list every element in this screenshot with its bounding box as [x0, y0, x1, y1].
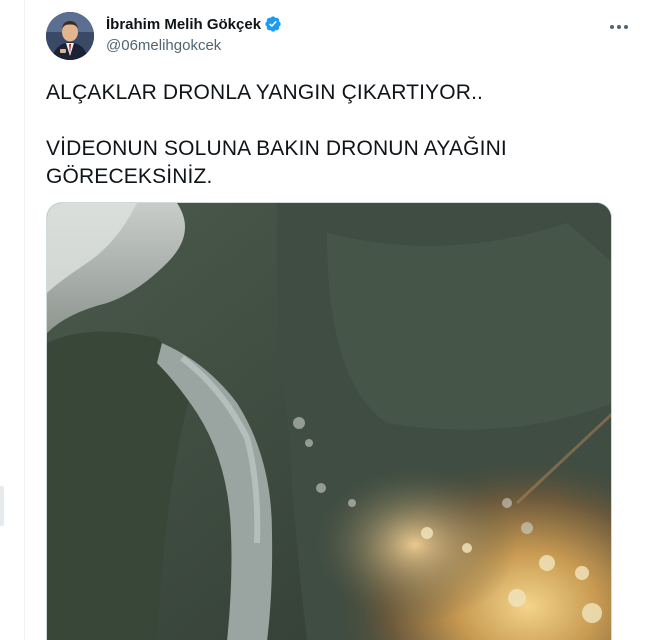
- more-dots-icon[interactable]: [602, 12, 636, 42]
- video-frame-image: [47, 203, 611, 640]
- display-name-row: İbrahim Melih Gökçek: [106, 14, 282, 34]
- tweet-header: İbrahim Melih Gökçek @06melihgokcek: [46, 12, 636, 62]
- scroll-edge-handle: [0, 486, 4, 526]
- tweet-video[interactable]: [46, 202, 612, 640]
- tweet-text-line-2: VİDEONUN SOLUNA BAKIN DRONUN AYAĞINI: [46, 137, 507, 160]
- avatar-image: [46, 12, 94, 60]
- tweet-text-line-1: ALÇAKLAR DRONLA YANGIN ÇIKARTIYOR..: [46, 81, 484, 104]
- tweet: İbrahim Melih Gökçek @06melihgokcek ALÇA…: [24, 0, 657, 640]
- author-names: İbrahim Melih Gökçek @06melihgokcek: [106, 14, 282, 56]
- verified-badge-icon: [264, 15, 282, 33]
- tweet-text-line-3: GÖRECEKSİNİZ.: [46, 165, 213, 188]
- author-handle[interactable]: @06melihgokcek: [106, 36, 282, 56]
- tweet-text: ALÇAKLAR DRONLA YANGIN ÇIKARTIYOR.. VİDE…: [46, 79, 626, 191]
- avatar[interactable]: [46, 12, 94, 60]
- display-name[interactable]: İbrahim Melih Gökçek: [106, 16, 261, 33]
